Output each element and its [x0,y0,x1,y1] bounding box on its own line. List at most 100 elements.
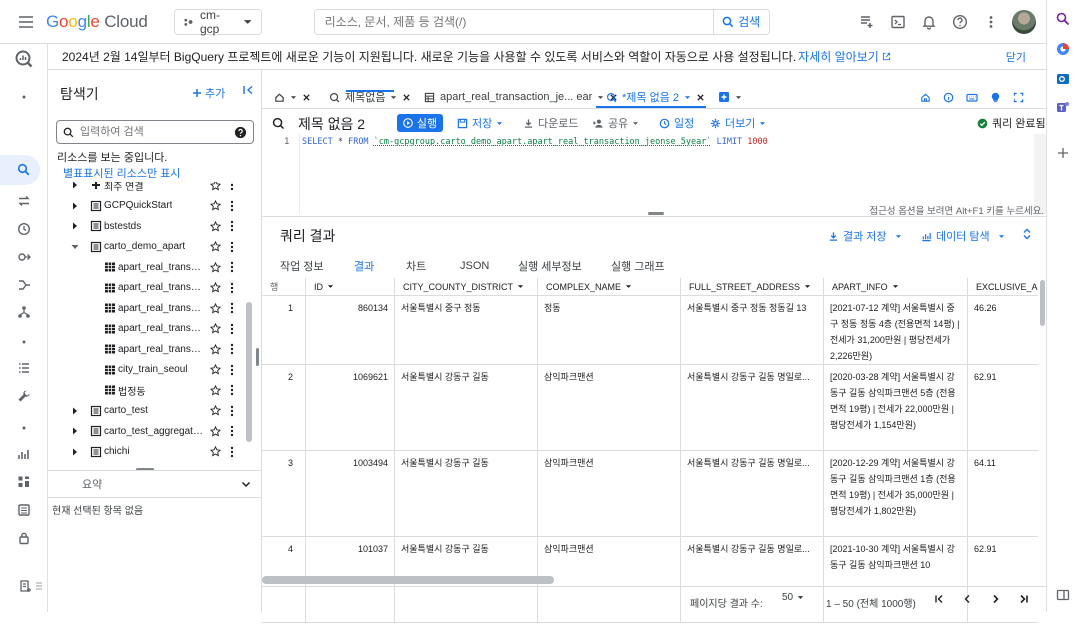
column-menu-icon[interactable] [327,283,334,290]
results-tab[interactable]: JSON [460,256,489,276]
column-header[interactable]: 행 [262,278,306,296]
schedule-button[interactable]: 일정 [659,112,694,134]
fullscreen-icon[interactable] [1013,92,1024,103]
close-icon[interactable] [302,93,311,102]
tree-item-table[interactable]: city_train_seoul [48,360,244,380]
column-header[interactable]: ID [306,278,395,296]
table-cell[interactable]: [2021-10-30 계약] 서울특별시 강동구 길동 삼익파크맨션 10 [824,537,968,623]
first-page-icon[interactable] [934,594,944,604]
tree-item-dataset[interactable]: chichi [48,442,244,462]
home-outline-icon[interactable] [920,92,931,103]
star-icon[interactable] [210,364,221,375]
lightbulb-icon[interactable] [990,92,1001,103]
sql-code-line[interactable]: SELECT * FROM `cm-gcpgroup.carto_demo_ap… [302,137,768,147]
caret-right-icon[interactable] [70,406,80,416]
tree-item-dataset[interactable]: carto_test [48,401,244,421]
tab-query-2[interactable]: *제목 없음 2 [606,86,705,108]
editor-resize-handle[interactable] [648,212,664,215]
monitoring-chart-icon[interactable] [14,444,34,464]
add-button[interactable]: 추가 [192,85,225,101]
global-search-input[interactable] [315,15,713,29]
table-cell[interactable]: 서울특별시 중구 정동 정동길 13 [681,296,824,365]
table-cell[interactable]: 46.26 [968,296,1038,365]
table-cell[interactable]: 삼익파크맨션 [538,451,681,537]
table-cell[interactable]: 서울특별시 중구 정동 [395,296,538,365]
column-menu-icon[interactable] [517,283,524,290]
table-cell[interactable]: 62.91 [968,365,1038,451]
more-button[interactable]: 더보기 [710,112,766,134]
help-icon[interactable] [234,126,247,139]
list-icon[interactable] [14,358,34,378]
previous-page-icon[interactable] [962,594,972,604]
more-vert-icon[interactable] [230,384,234,396]
star-icon[interactable] [210,182,221,191]
cloud-shell-icon[interactable] [884,8,912,36]
tree-item-table[interactable]: 법정동 [48,380,244,400]
star-icon[interactable] [210,323,221,334]
star-icon[interactable] [210,262,221,273]
star-icon[interactable] [210,344,221,355]
table-cell[interactable]: 서울특별시 강동구 길동 [395,451,538,537]
table-cell[interactable]: [2020-03-28 계약] 서울특별시 강동구 길동 삼익파크맨션 5층 (… [824,365,968,451]
more-vert-icon[interactable] [230,343,234,355]
results-tab[interactable]: 결과 [354,256,374,276]
column-header[interactable]: APART_INFO [824,278,968,296]
google-cloud-logo[interactable]: Google Cloud [46,12,148,32]
caret-down-icon[interactable] [70,242,80,252]
caret-right-icon[interactable] [70,426,80,436]
star-icon[interactable] [210,221,221,232]
more-vert-icon[interactable] [230,425,234,437]
table-cell[interactable]: 삼익파크맨션 [538,537,681,623]
teams-icon[interactable] [1056,100,1070,114]
more-vert-icon[interactable] [230,241,234,253]
star-icon[interactable] [210,385,221,396]
editor-scrollbar[interactable] [1034,134,1046,214]
save-button[interactable]: 저장 [457,112,503,134]
analytics-hub-icon[interactable] [14,247,34,267]
caret-right-icon[interactable] [70,447,80,457]
column-header[interactable]: EXCLUSIVE_AR [968,278,1038,296]
more-vert-icon[interactable] [230,200,234,212]
more-vert-icon[interactable] [230,182,234,191]
gemini-icon[interactable] [1056,42,1070,56]
more-vert-icon[interactable] [977,8,1005,36]
table-cell[interactable]: 860134 [306,296,395,365]
new-tab-button[interactable] [718,86,742,108]
more-vert-icon[interactable] [230,446,234,458]
table-cell[interactable]: 서울특별시 강동구 길동 명일로... [681,365,824,451]
scheduled-queries-icon[interactable] [14,219,34,239]
more-vert-icon[interactable] [230,364,234,376]
transfers-icon[interactable] [14,191,34,211]
add-icon[interactable] [1056,146,1070,160]
more-vert-icon[interactable] [230,323,234,335]
caret-right-icon[interactable] [70,221,80,231]
info-icon[interactable] [943,92,954,103]
row-number[interactable]: 3 [262,451,306,537]
caret-right-icon[interactable] [70,182,80,190]
table-cell[interactable]: 정동 [538,296,681,365]
tree-item-table[interactable]: apart_real_transactio... [48,339,244,359]
help-icon[interactable] [946,8,974,36]
download-button[interactable]: 다운로드 [523,112,578,134]
more-vert-icon[interactable] [230,220,234,232]
row-number[interactable]: 1 [262,296,306,365]
tab-table-apart[interactable]: apart_real_transaction_je... ear [424,86,618,108]
notifications-icon[interactable] [915,8,943,36]
main-menu-icon[interactable] [12,8,40,36]
per-page-select[interactable]: 50 [782,592,804,603]
more-vert-icon[interactable] [230,282,234,294]
release-notes-icon[interactable] [16,576,36,596]
run-button[interactable]: 실행 [397,114,443,132]
more-vert-icon[interactable] [230,261,234,273]
star-icon[interactable] [210,303,221,314]
summary-section-header[interactable]: 요약 [48,470,262,498]
row-number[interactable]: 2 [262,365,306,451]
column-menu-icon[interactable] [625,283,632,290]
star-icon[interactable] [210,282,221,293]
table-cell[interactable]: [2021-07-12 계약] 서울특별시 중구 정동 정동 4층 (전용면적 … [824,296,968,365]
results-tab[interactable]: 작업 정보 [280,256,324,276]
table-cell[interactable]: 62.91 [968,537,1038,623]
table-cell[interactable]: 서울특별시 강동구 길동 [395,365,538,451]
star-icon[interactable] [210,241,221,252]
next-page-icon[interactable] [991,594,1001,604]
